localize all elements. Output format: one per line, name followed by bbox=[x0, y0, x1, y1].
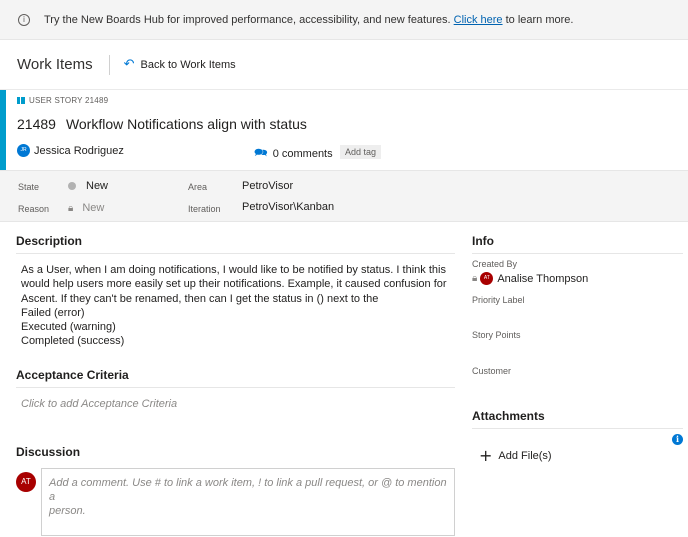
created-by-label: Created By bbox=[472, 259, 518, 269]
work-item-title-text: Workflow Notifications align with status bbox=[65, 116, 307, 132]
work-item-meta: JR Jessica Rodriguez 🗪 0 comments Add ta… bbox=[17, 144, 677, 162]
info-divider bbox=[472, 253, 683, 254]
iteration-field[interactable]: PetroVisor\Kanban bbox=[242, 201, 334, 213]
comment-input[interactable]: Add a comment. Use # to link a work item… bbox=[41, 468, 455, 536]
description-line: would help users more easily set up thei… bbox=[21, 278, 447, 291]
work-item-type-label: USER STORY 21489 bbox=[29, 96, 109, 105]
created-by-field: 🔒︎ AT Analise Thompson bbox=[472, 272, 588, 285]
work-item-fields: State New Reason 🔒︎ New Area PetroVisor … bbox=[0, 170, 688, 222]
reason-value: New bbox=[82, 202, 105, 214]
comments-count: 0 comments bbox=[272, 147, 333, 160]
comment-placeholder-line: person. bbox=[49, 505, 86, 517]
assignee-avatar: JR bbox=[17, 144, 30, 157]
info-icon: i bbox=[18, 13, 30, 26]
attachments-info-icon[interactable]: i bbox=[672, 434, 683, 445]
lock-icon: 🔒︎ bbox=[68, 202, 74, 214]
page-title: Work Items bbox=[17, 56, 93, 73]
description-line: Ascent. If they can't be renamed, then c… bbox=[21, 292, 379, 305]
work-item-type: USER STORY 21489 bbox=[17, 96, 108, 105]
header-divider bbox=[108, 54, 110, 75]
created-by-avatar: AT bbox=[480, 272, 494, 285]
back-arrow-icon: ↶ bbox=[123, 57, 135, 72]
attachments-divider bbox=[472, 428, 683, 429]
reason-label: Reason bbox=[18, 204, 50, 214]
banner-text: Try the New Boards Hub for improved perf… bbox=[44, 13, 574, 26]
comments-link[interactable]: 🗪 0 comments bbox=[254, 144, 333, 163]
area-field[interactable]: PetroVisor bbox=[242, 180, 293, 192]
back-label: Back to Work Items bbox=[140, 58, 236, 71]
description-line: Executed (warning) bbox=[21, 321, 116, 334]
add-files-button[interactable]: + Add File(s) bbox=[479, 448, 552, 464]
info-heading: Info bbox=[472, 234, 494, 248]
discussion-heading: Discussion bbox=[16, 445, 81, 459]
lock-icon: 🔒︎ bbox=[472, 273, 478, 284]
attachments-heading: Attachments bbox=[472, 409, 545, 423]
state-dot-icon bbox=[68, 182, 76, 190]
add-files-label: Add File(s) bbox=[498, 450, 552, 462]
new-boards-hub-banner: i Try the New Boards Hub for improved pe… bbox=[0, 0, 688, 40]
state-label: State bbox=[18, 182, 40, 192]
comment-placeholder-line: Add a comment. Use # to link a work item… bbox=[49, 477, 447, 503]
work-item-header: USER STORY 21489 21489 Workflow Notificat… bbox=[0, 90, 688, 170]
priority-label-field[interactable]: Priority Label bbox=[472, 295, 525, 305]
description-line: As a User, when I am doing notifications… bbox=[21, 264, 446, 276]
click-here-link[interactable]: Click here bbox=[454, 14, 503, 26]
assignee-name: Jessica Rodriguez bbox=[34, 144, 124, 157]
customer-field[interactable]: Customer bbox=[472, 366, 511, 376]
area-label: Area bbox=[188, 182, 208, 192]
acceptance-criteria-heading: Acceptance Criteria bbox=[16, 368, 129, 382]
work-item-id: 21489 bbox=[17, 116, 56, 132]
plus-icon: + bbox=[479, 446, 493, 465]
assignee-picker[interactable]: JR Jessica Rodriguez bbox=[17, 144, 124, 157]
acceptance-divider bbox=[16, 387, 455, 388]
current-user-avatar: AT bbox=[16, 472, 36, 492]
back-to-work-items-button[interactable]: ↶ Back to Work Items bbox=[124, 57, 236, 72]
story-points-field[interactable]: Story Points bbox=[472, 330, 521, 340]
created-by-name: Analise Thompson bbox=[497, 272, 589, 285]
state-value: New bbox=[86, 180, 109, 192]
description-heading: Description bbox=[16, 234, 83, 248]
iteration-label: Iteration bbox=[188, 204, 221, 214]
comment-icon: 🗪 bbox=[254, 146, 268, 159]
state-dropdown[interactable]: New bbox=[68, 180, 108, 192]
reason-field: 🔒︎ New bbox=[68, 202, 104, 214]
acceptance-criteria-editor[interactable]: Click to add Acceptance Criteria bbox=[21, 398, 177, 410]
add-tag-button[interactable]: Add tag bbox=[340, 145, 382, 159]
description-line: Completed (success) bbox=[21, 335, 125, 348]
description-line: Failed (error) bbox=[21, 306, 85, 319]
work-item-title[interactable]: 21489 Workflow Notifications align with s… bbox=[17, 116, 307, 132]
page-header: Work Items ↶ Back to Work Items bbox=[0, 40, 688, 90]
description-divider bbox=[16, 253, 455, 254]
description-editor[interactable]: As a User, when I am doing notifications… bbox=[21, 263, 447, 349]
user-story-book-icon bbox=[17, 97, 25, 104]
